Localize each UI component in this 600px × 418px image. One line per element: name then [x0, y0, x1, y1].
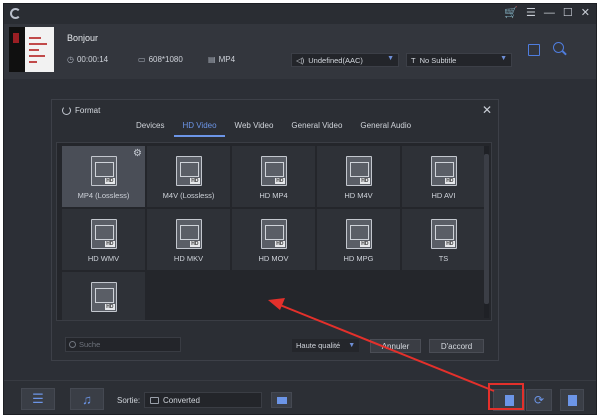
annotation-arrow [268, 298, 495, 392]
